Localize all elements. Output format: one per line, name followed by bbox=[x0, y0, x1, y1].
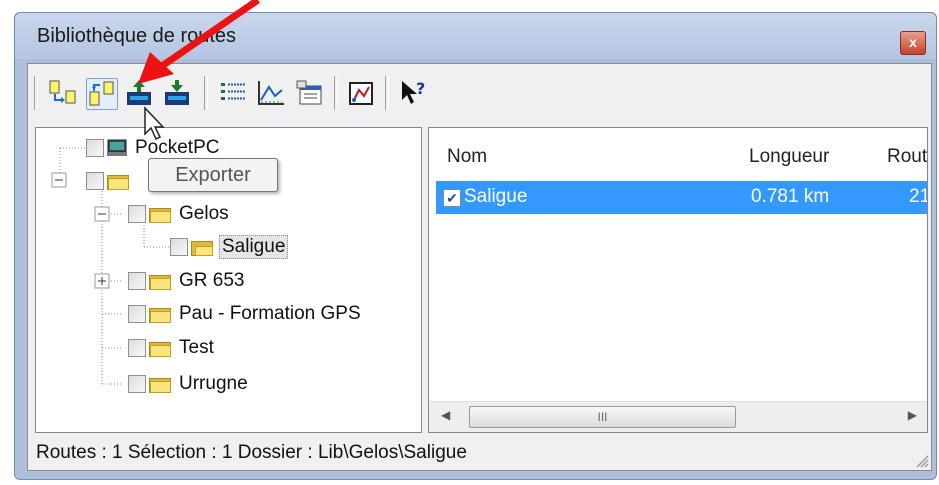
tree-item-library[interactable] bbox=[86, 166, 139, 196]
cell-length: 0.781 km bbox=[751, 186, 830, 207]
folder-icon bbox=[149, 306, 171, 323]
title-bar[interactable]: Bibliothèque de routes x bbox=[15, 13, 936, 59]
tree-item-checkbox[interactable] bbox=[170, 238, 188, 256]
map-icon bbox=[349, 82, 373, 105]
scroll-left-arrow-icon[interactable]: ◀ bbox=[441, 408, 450, 422]
folder-icon bbox=[149, 273, 171, 290]
tree-item-label: Gelos bbox=[179, 203, 229, 224]
row-checkbox[interactable]: ✔ bbox=[443, 189, 461, 207]
tree-item-saligue[interactable]: Saligue bbox=[170, 232, 289, 262]
map-button[interactable] bbox=[346, 78, 376, 108]
scroll-thumb-grip: III bbox=[597, 410, 608, 424]
upload-device-icon bbox=[127, 80, 151, 105]
tree-item-checkbox[interactable] bbox=[86, 172, 104, 190]
properties-icon bbox=[296, 80, 322, 105]
svg-text:?: ? bbox=[416, 79, 425, 98]
toolbar-separator-3 bbox=[385, 76, 389, 110]
folder-icon bbox=[149, 206, 171, 223]
properties-button[interactable] bbox=[294, 78, 324, 108]
tree-item-label: Pau - Formation GPS bbox=[179, 303, 361, 324]
status-bar: Routes : 1 Sélection : 1 Dossier : Lib\G… bbox=[28, 436, 931, 470]
tree-item-gr653[interactable]: GR 653 bbox=[128, 266, 246, 296]
horizontal-scrollbar[interactable]: ◀ III ▶ bbox=[429, 401, 927, 432]
profile-icon bbox=[258, 81, 284, 105]
folder-icon bbox=[149, 340, 171, 357]
tree-item-checkbox[interactable] bbox=[128, 305, 146, 323]
list-row-selected[interactable]: ✔ Saligue 0.781 km 21 bbox=[436, 181, 927, 214]
export-button[interactable] bbox=[86, 78, 118, 110]
download-device-button[interactable] bbox=[162, 78, 192, 108]
cell-name: Saligue bbox=[464, 186, 528, 207]
resize-grip-icon[interactable] bbox=[913, 452, 929, 468]
tree-item-checkbox[interactable] bbox=[86, 139, 104, 157]
column-header-length[interactable]: Longueur bbox=[749, 146, 829, 168]
export-icon bbox=[89, 81, 114, 106]
toolbar-separator bbox=[204, 76, 208, 110]
tree-item-checkbox[interactable] bbox=[128, 205, 146, 223]
column-header-route[interactable]: Rout bbox=[887, 146, 927, 168]
column-header-name[interactable]: Nom bbox=[447, 146, 487, 168]
tree-item-label: Saligue bbox=[219, 235, 289, 259]
mouse-cursor-icon bbox=[144, 106, 165, 141]
list-icon bbox=[221, 83, 245, 100]
help-icon: ? bbox=[402, 79, 425, 104]
scroll-thumb[interactable]: III bbox=[469, 406, 736, 428]
upload-device-button[interactable] bbox=[124, 78, 154, 108]
close-button[interactable]: x bbox=[900, 31, 926, 55]
status-text: Routes : 1 Sélection : 1 Dossier : Lib\G… bbox=[36, 442, 467, 463]
toolbar-grip bbox=[34, 76, 38, 110]
list-view-button[interactable] bbox=[218, 78, 248, 108]
pocketpc-icon bbox=[107, 139, 127, 156]
download-device-icon bbox=[165, 80, 189, 105]
tree-item-label: GR 653 bbox=[179, 270, 245, 291]
tree-item-pau-formation-gps[interactable]: Pau - Formation GPS bbox=[128, 299, 363, 329]
tree-item-test[interactable]: Test bbox=[128, 333, 216, 363]
cell-route: 21 bbox=[909, 186, 927, 207]
tree-item-label: Test bbox=[179, 337, 214, 358]
folder-icon bbox=[149, 376, 171, 393]
tree-item-urrugne[interactable]: Urrugne bbox=[128, 369, 250, 399]
export-tooltip: Exporter bbox=[148, 158, 278, 192]
tree-item-checkbox[interactable] bbox=[128, 339, 146, 357]
open-folder-icon bbox=[191, 239, 213, 256]
toolbar-separator-2 bbox=[334, 76, 338, 110]
scroll-right-arrow-icon[interactable]: ▶ bbox=[908, 408, 917, 422]
route-library-window: Bibliothèque de routes x ? PocketPC Gelo… bbox=[14, 12, 937, 480]
import-button[interactable] bbox=[48, 78, 78, 108]
route-list[interactable]: Nom Longueur Rout ✔ Saligue 0.781 km 21 … bbox=[428, 127, 928, 433]
tree-item-checkbox[interactable] bbox=[128, 272, 146, 290]
import-icon bbox=[49, 80, 76, 104]
profile-button[interactable] bbox=[256, 78, 286, 108]
tree-item-gelos[interactable]: Gelos bbox=[128, 199, 231, 229]
tree-item-label: Urrugne bbox=[179, 373, 248, 394]
folder-icon bbox=[107, 173, 129, 190]
window-title: Bibliothèque de routes bbox=[37, 25, 237, 47]
help-button[interactable]: ? bbox=[398, 78, 428, 108]
tree-item-checkbox[interactable] bbox=[128, 375, 146, 393]
